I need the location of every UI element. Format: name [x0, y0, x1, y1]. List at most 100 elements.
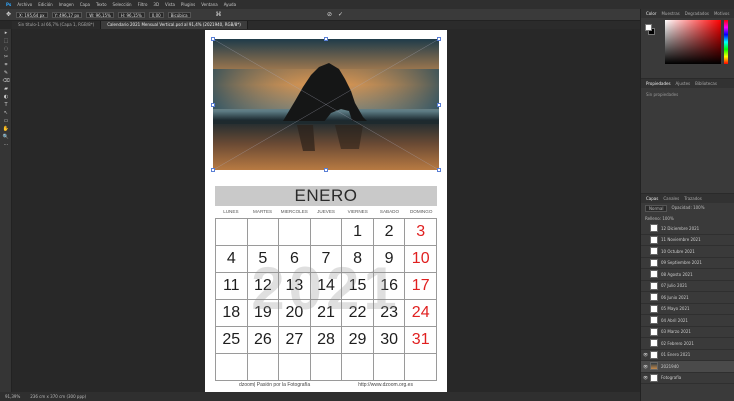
commit-check-icon[interactable]: ✓ — [337, 11, 344, 18]
menu-item[interactable]: Ventana — [201, 2, 217, 7]
tab-layers[interactable]: Capas — [646, 196, 658, 201]
fg-bg-swatches[interactable] — [645, 24, 655, 38]
layer-row[interactable]: 05 Mayo 2021 — [641, 304, 734, 315]
transform-handle[interactable] — [437, 103, 441, 107]
layer-row[interactable]: 06 Junio 2021 — [641, 292, 734, 304]
tool-icon[interactable]: ✂ — [0, 53, 12, 61]
tool-icon[interactable]: ◐ — [0, 93, 12, 101]
tab-libraries[interactable]: Bibliotecas — [695, 81, 717, 86]
layer-row[interactable]: 👁 2021940 — [641, 361, 734, 373]
layer-row[interactable]: 04 Abril 2021 — [641, 315, 734, 327]
layer-row[interactable]: 12 Diciembre 2021 — [641, 223, 734, 235]
layer-row[interactable]: 10 Octubre 2021 — [641, 246, 734, 258]
menu-item[interactable]: Vista — [165, 2, 175, 7]
tab-patterns[interactable]: Motivos — [714, 11, 729, 16]
interpolation-select[interactable]: Bicúbica — [167, 11, 191, 18]
fill-control[interactable]: Relleno: 100% — [645, 216, 674, 221]
tab-swatches[interactable]: Muestras — [661, 11, 679, 16]
layer-row[interactable]: 11 Noviembre 2021 — [641, 235, 734, 246]
move-tool-icon[interactable]: ✥ — [5, 11, 12, 18]
x-field[interactable]: X: 195,64 px — [16, 11, 48, 18]
menu-item[interactable]: 3D — [153, 2, 159, 7]
menu-item[interactable]: Imagen — [59, 2, 74, 7]
visibility-eye-icon[interactable]: 👁 — [641, 364, 650, 369]
day-cell: 25 — [216, 327, 248, 354]
layer-thumbnail — [650, 281, 658, 290]
tool-icon[interactable]: ▸ — [0, 29, 12, 37]
opacity-control[interactable]: Opacidad: 100% — [671, 205, 704, 212]
hue-slider[interactable] — [724, 20, 728, 64]
layer-name: 11 Noviembre 2021 — [661, 237, 701, 243]
properties-panel: Propiedades Ajustes Bibliotecas Sin prop… — [641, 78, 734, 196]
cancel-icon[interactable]: ⊘ — [326, 11, 333, 18]
transform-handle[interactable] — [211, 37, 215, 41]
tab-paths[interactable]: Trazados — [684, 196, 702, 201]
menu-item[interactable]: Ayuda — [224, 2, 236, 7]
visibility-eye-icon[interactable]: 👁 — [641, 375, 650, 380]
transform-handle[interactable] — [324, 37, 328, 41]
zoom-level[interactable]: 91,39% — [5, 394, 20, 399]
transform-handle[interactable] — [211, 103, 215, 107]
y-field[interactable]: Y: 496,17 px — [51, 11, 83, 18]
landscape-photo — [213, 39, 439, 170]
layer-row[interactable]: 👁 01 Enero 2021 — [641, 350, 734, 361]
tab-gradients[interactable]: Degradados — [685, 11, 709, 16]
day-cell: 29 — [342, 327, 374, 354]
layer-row[interactable]: 08 Agosto 2021 — [641, 269, 734, 281]
visibility-eye-icon[interactable]: 👁 — [641, 352, 650, 357]
layer-row[interactable]: 👁 Fotografía — [641, 373, 734, 384]
layer-thumbnail — [650, 373, 658, 382]
menu-item[interactable]: Edición — [38, 2, 52, 7]
warp-icon[interactable]: ⌘ — [215, 11, 222, 18]
width-field[interactable]: W: 96,15% — [86, 11, 114, 18]
tool-icon[interactable]: ⋯ — [0, 141, 12, 149]
tool-icon[interactable]: ⬚ — [0, 37, 12, 45]
layer-row[interactable]: 09 Septiembre 2021 — [641, 258, 734, 269]
angle-field[interactable]: 0,00 — [148, 11, 164, 18]
tool-icon[interactable]: ▰ — [0, 85, 12, 93]
transform-handle[interactable] — [211, 168, 215, 172]
menu-item[interactable]: Texto — [96, 2, 107, 7]
layer-thumbnail — [650, 339, 658, 348]
weekday-label: DOMINGO — [409, 209, 433, 214]
layer-name: 07 Julio 2021 — [661, 283, 688, 289]
tool-icon[interactable]: ✋ — [0, 125, 12, 133]
day-cell — [405, 354, 437, 381]
tool-icon[interactable]: ⌗ — [0, 61, 12, 69]
day-cell: 26 — [247, 327, 280, 354]
tool-icon[interactable]: ▭ — [0, 117, 12, 125]
color-picker-field[interactable] — [665, 20, 721, 64]
transform-handle[interactable] — [324, 168, 328, 172]
tool-icon[interactable]: ⌫ — [0, 77, 12, 85]
layer-row[interactable]: 07 Julio 2021 — [641, 281, 734, 292]
layer-row[interactable]: 03 Marzo 2021 — [641, 327, 734, 338]
tab-calendar[interactable]: Calendario 2021 Mensual Vertical.psd al … — [101, 21, 248, 29]
tab-channels[interactable]: Canales — [663, 196, 679, 201]
foreground-swatch[interactable] — [645, 24, 652, 31]
right-panels: Color Muestras Degradados Motivos Propie… — [640, 9, 734, 401]
transform-handle[interactable] — [437, 168, 441, 172]
blend-mode-select[interactable]: Normal — [645, 205, 668, 212]
layer-thumbnail — [650, 316, 658, 325]
tab-untitled[interactable]: Sin título-1 al 66,7% (Capa 1, RGB/8*) — [12, 21, 102, 29]
transform-handle[interactable] — [437, 37, 441, 41]
menu-item[interactable]: Filtro — [138, 2, 148, 7]
layers-panel: Capas Canales Trazados Normal Opacidad: … — [641, 193, 734, 401]
tab-color[interactable]: Color — [646, 11, 656, 16]
menu-item[interactable]: Plugins — [181, 2, 195, 7]
day-cell — [279, 354, 311, 381]
weekday-label: LUNES — [223, 209, 239, 214]
tab-adjustments[interactable]: Ajustes — [676, 81, 691, 86]
layer-name: 02 Febrero 2021 — [661, 340, 694, 346]
tool-icon[interactable]: T — [0, 101, 12, 109]
menu-item[interactable]: Selección — [113, 2, 132, 7]
layer-row[interactable]: 02 Febrero 2021 — [641, 338, 734, 350]
tool-icon[interactable]: 🔍 — [0, 133, 12, 141]
height-field[interactable]: H: 96,15% — [117, 11, 145, 18]
menu-item[interactable]: Archivo — [17, 2, 32, 7]
menu-item[interactable]: Capa — [80, 2, 90, 7]
tool-icon[interactable]: ✎ — [0, 69, 12, 77]
tool-icon[interactable]: ↖ — [0, 109, 12, 117]
tab-properties[interactable]: Propiedades — [646, 81, 671, 86]
tool-icon[interactable]: ◌ — [0, 45, 12, 53]
